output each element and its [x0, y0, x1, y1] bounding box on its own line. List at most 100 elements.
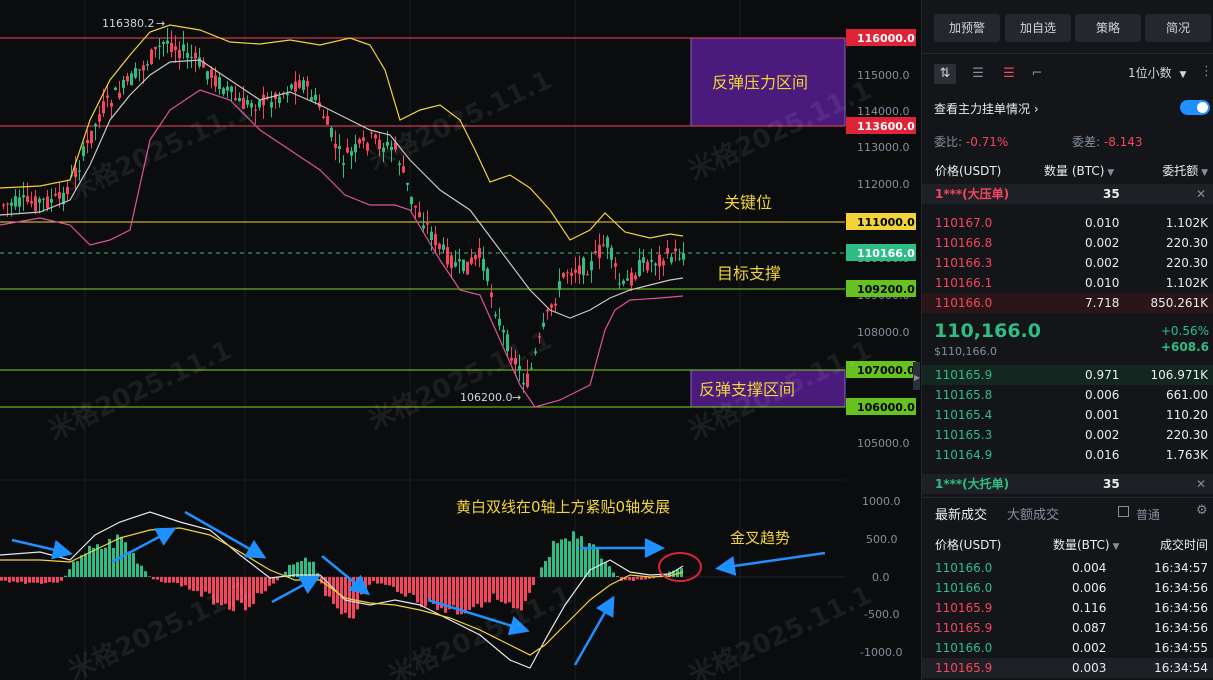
- row-amount: 0.002: [1085, 236, 1120, 250]
- depth-view-icon[interactable]: ⌐: [1026, 64, 1048, 84]
- trade-amount: 0.006: [1072, 581, 1107, 595]
- candle-body: [242, 97, 245, 109]
- candle-body: [422, 225, 425, 229]
- macd-bar: [488, 577, 491, 603]
- macd-bar: [56, 577, 59, 583]
- large-ask-banner[interactable]: 1***(大压单) 35 ✕: [922, 184, 1213, 204]
- macd-bar: [576, 538, 579, 577]
- macd-bar: [372, 577, 375, 582]
- candle-body: [574, 269, 577, 273]
- settings-icon[interactable]: ⚙: [1196, 503, 1208, 518]
- candle-body: [74, 167, 77, 177]
- decimal-select[interactable]: 1位小数 ▼: [1128, 64, 1186, 81]
- orderbook-bids-row[interactable]: 110165.8 0.006 661.00: [922, 385, 1213, 405]
- col-total[interactable]: 委托额 ▼: [1162, 161, 1208, 183]
- row-amount: 7.718: [1085, 296, 1120, 310]
- main-orders-toggle[interactable]: [1180, 100, 1210, 115]
- close-icon[interactable]: ✕: [1196, 474, 1206, 494]
- more-menu-icon[interactable]: ⋮: [1200, 64, 1213, 79]
- candle-body: [546, 309, 549, 312]
- macd-bar: [544, 561, 547, 577]
- orderbook-bids-row[interactable]: 110165.4 0.001 110.20: [922, 405, 1213, 425]
- macd-bar: [404, 577, 407, 597]
- macd-bar: [512, 577, 515, 609]
- row-total: 220.30: [1166, 256, 1208, 270]
- orderbook-asks-row[interactable]: 110166.3 0.002 220.30: [922, 253, 1213, 273]
- candle-body: [258, 100, 261, 108]
- macd-bar: [228, 577, 231, 610]
- macd-bar: [600, 558, 603, 577]
- candle-body: [542, 322, 545, 327]
- orderbook-bids-row[interactable]: 110165.9 0.971 106.971K: [922, 365, 1213, 385]
- boll-middle-line: [0, 59, 684, 319]
- trade-row: 110166.0 0.006 16:34:56: [922, 578, 1213, 598]
- macd-bar: [124, 542, 127, 577]
- simple-info-button[interactable]: 简况: [1145, 14, 1211, 42]
- macd-bar: [260, 577, 263, 594]
- macd-bar: [368, 577, 371, 585]
- candle-body: [418, 212, 421, 217]
- main-orders-link[interactable]: 查看主力挂单情况 ›: [934, 100, 1039, 117]
- add-alert-button[interactable]: 加预警: [934, 14, 1000, 42]
- macd-bar: [492, 577, 495, 594]
- trades-col-price: 价格(USDT): [935, 538, 1002, 552]
- row-amount: 0.006: [1085, 388, 1120, 402]
- row-total: 850.261K: [1150, 296, 1209, 310]
- macd-bar: [108, 538, 111, 577]
- macd-bar: [472, 577, 475, 608]
- row-amount: 0.971: [1085, 368, 1120, 382]
- macd-tick: 1000.0: [862, 495, 901, 508]
- candle-body: [50, 199, 53, 203]
- orderbook-asks-row[interactable]: 110166.8 0.002 220.30: [922, 233, 1213, 253]
- orderbook-asks-row[interactable]: 110166.0 7.718 850.261K: [922, 293, 1213, 313]
- last-price: 110,166.0: [934, 320, 1041, 342]
- tab-latest-trades[interactable]: 最新成交: [935, 504, 987, 523]
- price-chart[interactable]: 116380.2 → 106200.0 → 反弹压力区间 关键位 目标支撑 反弹…: [0, 0, 920, 680]
- candle-body: [234, 98, 237, 100]
- orderbook-bids-row[interactable]: 110165.3 0.002 220.30: [922, 425, 1213, 445]
- candle-body: [494, 314, 497, 316]
- normal-checkbox[interactable]: [1118, 506, 1129, 517]
- tab-large-trades[interactable]: 大额成交: [1007, 504, 1059, 523]
- candle-body: [518, 365, 521, 371]
- candle-body: [146, 64, 149, 66]
- golden-cross-label: 金叉趋势: [730, 529, 790, 547]
- candle-body: [626, 278, 629, 281]
- view-asks-icon[interactable]: ☰: [998, 64, 1020, 84]
- chart-panel[interactable]: 116380.2 → 106200.0 → 反弹压力区间 关键位 目标支撑 反弹…: [0, 0, 920, 680]
- macd-bar: [424, 577, 427, 607]
- view-both-icon[interactable]: ⇅: [934, 64, 956, 84]
- trades-col-amount[interactable]: 数量(BTC) ▼: [1053, 535, 1119, 557]
- macd-bar: [0, 577, 3, 581]
- add-watchlist-button[interactable]: 加自选: [1005, 14, 1071, 42]
- candle-body: [622, 280, 625, 284]
- close-icon[interactable]: ✕: [1196, 184, 1206, 204]
- macd-bar: [104, 547, 107, 577]
- large-ask-name: 1***(大压单): [935, 187, 1010, 201]
- orderbook-asks-row[interactable]: 110167.0 0.010 1.102K: [922, 213, 1213, 233]
- col-amount[interactable]: 数量 (BTC) ▼: [1044, 161, 1114, 183]
- macd-tick: 0.0: [872, 571, 890, 584]
- macd-bar: [628, 577, 631, 581]
- macd-bar: [516, 577, 519, 609]
- macd-bar: [360, 577, 363, 595]
- trade-amount: 0.003: [1072, 661, 1107, 675]
- low-marker-arrow: →: [512, 391, 521, 404]
- view-bids-icon[interactable]: ☰: [967, 64, 989, 84]
- row-price: 110166.3: [935, 256, 993, 270]
- trade-price: 110165.9: [935, 661, 993, 675]
- orderbook-asks-row[interactable]: 110166.1 0.010 1.102K: [922, 273, 1213, 293]
- candle-body: [98, 114, 101, 122]
- candle-body: [238, 98, 241, 102]
- strategy-button[interactable]: 策略: [1075, 14, 1141, 42]
- macd-bar: [612, 572, 615, 577]
- large-bid-banner[interactable]: 1***(大托单) 35 ✕: [922, 474, 1213, 494]
- orderbook-bids-row[interactable]: 110164.9 0.016 1.763K: [922, 445, 1213, 465]
- macd-bar: [24, 577, 27, 584]
- candle-body: [302, 80, 305, 90]
- candle-body: [578, 265, 581, 275]
- candle-body: [366, 143, 369, 151]
- trade-time: 16:34:54: [1154, 661, 1208, 675]
- trade-time: 16:34:55: [1154, 641, 1208, 655]
- candle-body: [310, 97, 313, 101]
